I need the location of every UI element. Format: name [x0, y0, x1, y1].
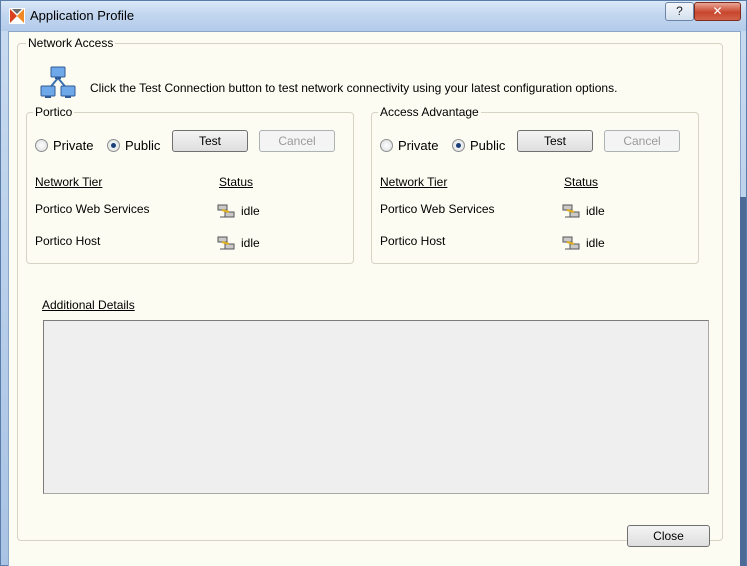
access-advantage-status-header: Status [564, 175, 599, 189]
portico-tier-host: Portico Host [35, 234, 101, 248]
portico-host-status: idle [217, 235, 260, 251]
portico-cancel-button[interactable]: Cancel [259, 130, 335, 152]
network-access-group: Network Access Click the Test Connection… [17, 36, 723, 547]
window-close-button[interactable]: ✕ [694, 2, 741, 21]
access-advantage-host-status: idle [562, 235, 605, 251]
portico-legend: Portico [33, 105, 75, 119]
additional-details-label: Additional Details [42, 298, 135, 312]
portico-public-radio[interactable]: Public [107, 138, 160, 153]
portico-private-label: Private [53, 138, 94, 153]
access-advantage-group: Access Advantage Private Public Test Can… [371, 105, 699, 264]
radio-icon [380, 139, 393, 152]
title-bar[interactable]: Application Profile ? ✕ [1, 1, 746, 31]
portico-group: Portico Private Public Test Cancel Netwo… [26, 105, 354, 264]
connection-status-icon [562, 204, 580, 218]
status-text: idle [586, 236, 605, 250]
window-title: Application Profile [30, 8, 135, 23]
radio-selected-icon [107, 139, 120, 152]
portico-web-services-status: idle [217, 203, 260, 219]
access-advantage-legend: Access Advantage [378, 105, 481, 119]
connection-status-icon [562, 236, 580, 250]
access-advantage-private-radio[interactable]: Private [380, 138, 438, 153]
access-advantage-public-radio[interactable]: Public [452, 138, 505, 153]
portico-tier-web-services: Portico Web Services [35, 202, 150, 216]
connection-status-icon [217, 204, 235, 218]
access-advantage-network-tier-header: Network Tier [380, 175, 448, 189]
access-advantage-test-button[interactable]: Test [517, 130, 593, 152]
client-area: Network Access Click the Test Connection… [8, 31, 741, 566]
radio-selected-icon [452, 139, 465, 152]
portico-network-tier-header: Network Tier [35, 175, 103, 189]
status-text: idle [586, 204, 605, 218]
status-text: idle [241, 204, 260, 218]
status-text: idle [241, 236, 260, 250]
app-logo-icon [9, 8, 25, 24]
connection-status-icon [217, 236, 235, 250]
application-profile-window: Application Profile ? ✕ Network Access C… [0, 0, 747, 566]
access-advantage-tier-web-services: Portico Web Services [380, 202, 495, 216]
portico-status-header: Status [219, 175, 254, 189]
help-button[interactable]: ? [665, 2, 694, 21]
close-button[interactable]: Close [627, 525, 710, 547]
portico-private-radio[interactable]: Private [35, 138, 93, 153]
access-advantage-tier-host: Portico Host [380, 234, 446, 248]
access-advantage-cancel-button[interactable]: Cancel [604, 130, 680, 152]
additional-details-textbox[interactable] [43, 320, 709, 494]
portico-public-label: Public [125, 138, 161, 153]
access-advantage-web-services-status: idle [562, 203, 605, 219]
access-advantage-private-label: Private [398, 138, 439, 153]
portico-test-button[interactable]: Test [172, 130, 248, 152]
network-icon [40, 66, 76, 98]
background-window-edge [740, 197, 746, 566]
network-access-description: Click the Test Connection button to test… [90, 81, 618, 95]
network-access-legend: Network Access [26, 36, 116, 50]
access-advantage-public-label: Public [470, 138, 506, 153]
radio-icon [35, 139, 48, 152]
